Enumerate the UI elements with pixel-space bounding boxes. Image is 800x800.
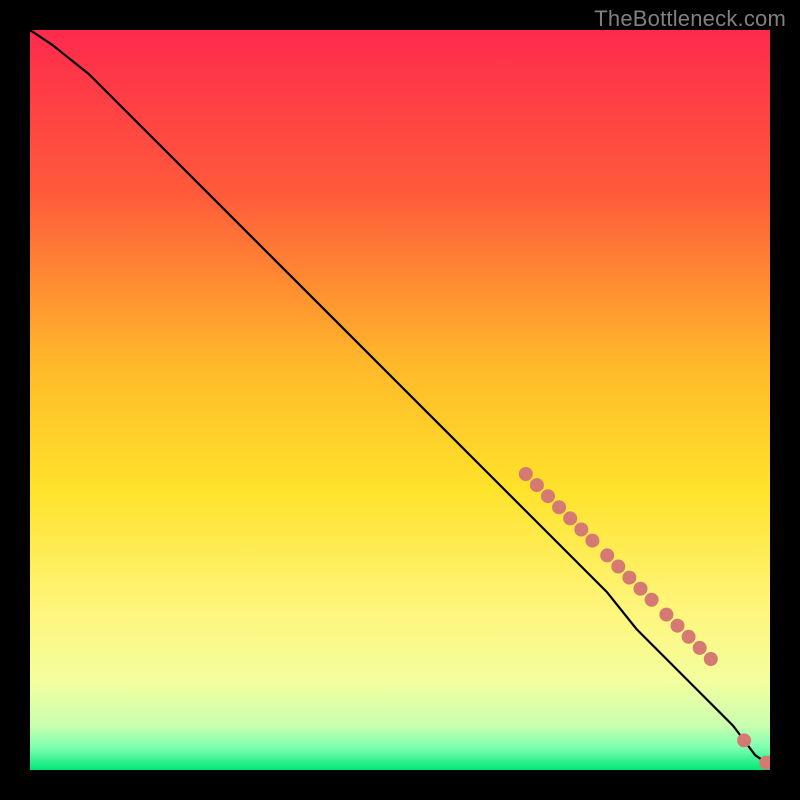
highlight-point: [519, 467, 533, 481]
highlight-point: [622, 571, 636, 585]
bottleneck-curve-path: [30, 30, 770, 763]
highlight-point: [737, 733, 751, 747]
highlight-point: [704, 652, 718, 666]
highlight-point: [563, 511, 577, 525]
highlight-point: [645, 593, 659, 607]
highlight-point: [671, 619, 685, 633]
bottleneck-curve: [30, 30, 770, 763]
highlight-point: [634, 582, 648, 596]
highlight-point: [659, 608, 673, 622]
watermark-text: TheBottleneck.com: [594, 6, 786, 32]
highlight-point: [611, 560, 625, 574]
chart-stage: TheBottleneck.com: [0, 0, 800, 800]
highlight-point: [530, 478, 544, 492]
highlight-point: [541, 489, 555, 503]
highlight-point: [682, 630, 696, 644]
plot-area: [30, 30, 770, 770]
curve-layer: [30, 30, 770, 770]
highlight-point: [600, 548, 614, 562]
highlight-point: [693, 641, 707, 655]
highlight-point: [574, 523, 588, 537]
highlight-point: [552, 500, 566, 514]
highlight-point: [585, 534, 599, 548]
